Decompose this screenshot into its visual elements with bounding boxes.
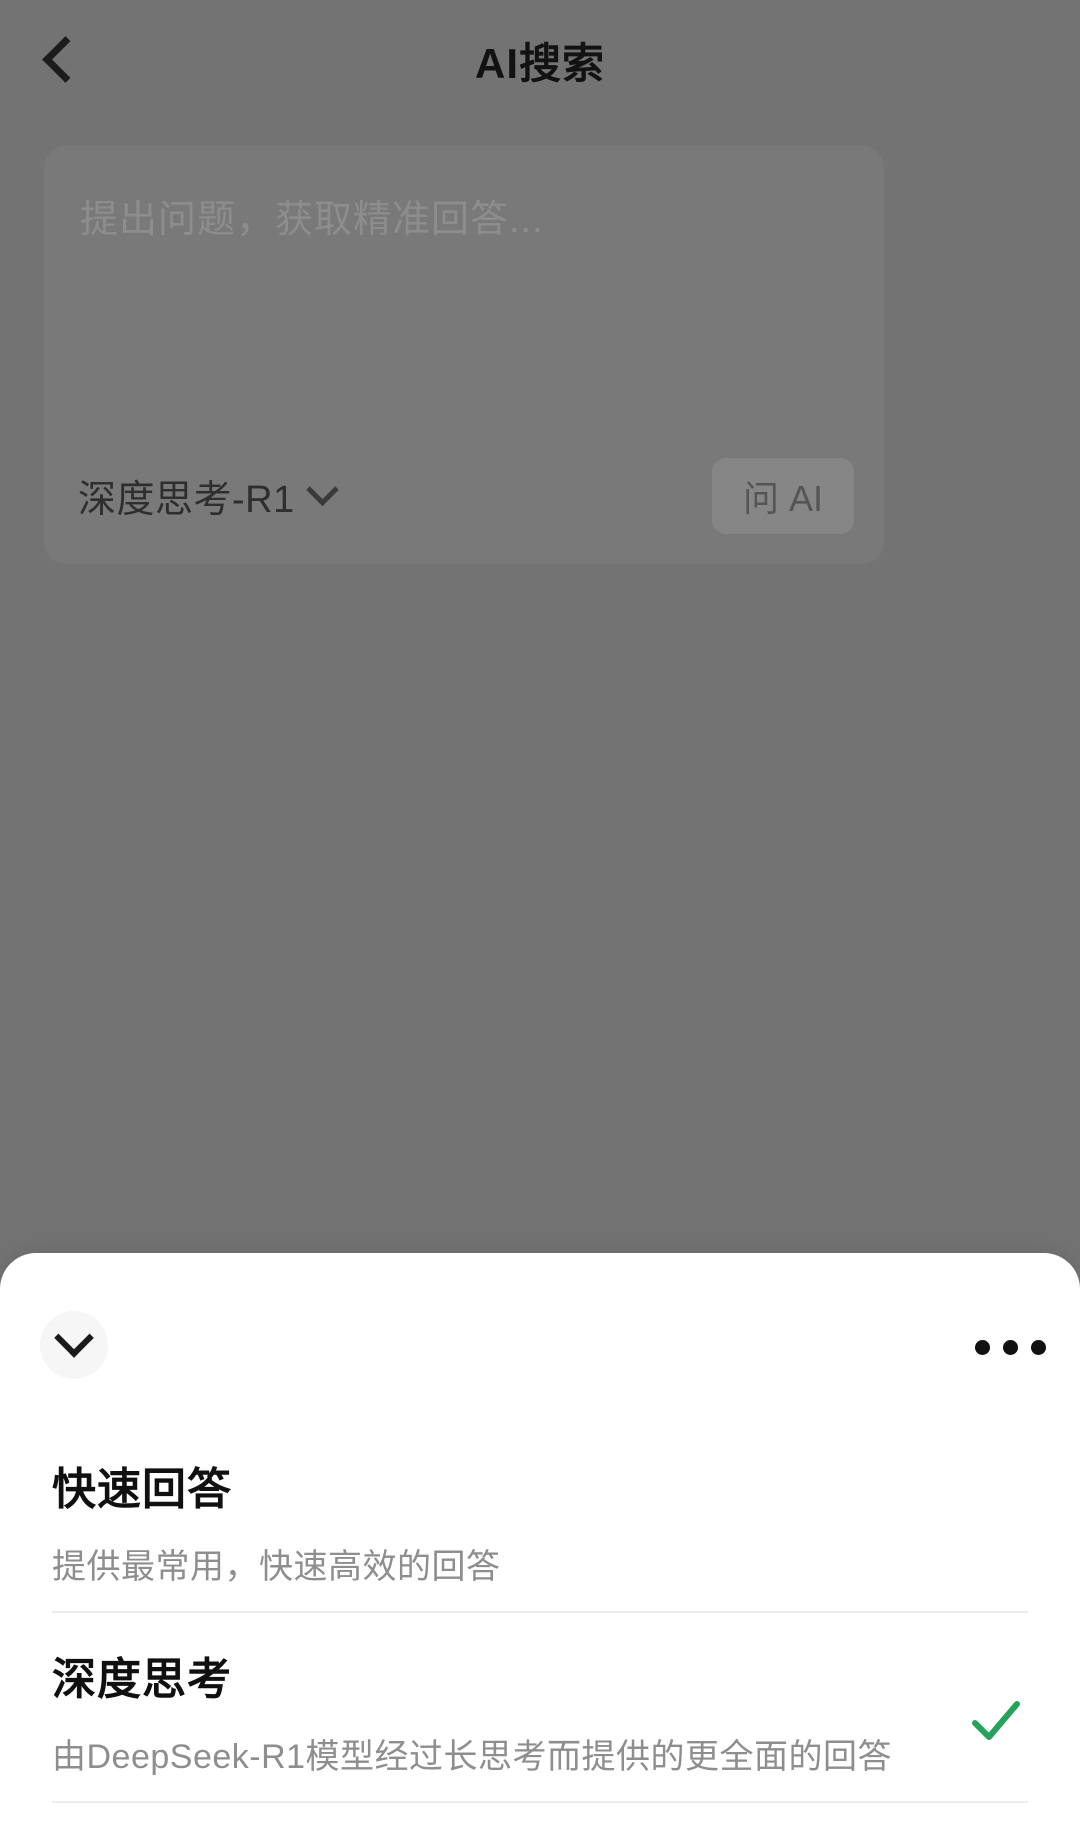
model-picker-sheet: 快速回答 提供最常用，快速高效的回答 深度思考 由DeepSeek-R1模型经过… — [0, 1253, 1080, 1823]
model-selector[interactable]: 深度思考-R1 — [78, 468, 339, 523]
option-description: 由DeepSeek-R1模型经过长思考而提供的更全面的回答 — [52, 1738, 893, 1776]
list-divider — [52, 1801, 1028, 1803]
option-title: 快速回答 — [52, 1465, 232, 1514]
check-icon — [968, 1693, 1024, 1749]
more-horizontal-icon-dot-3 — [1031, 1339, 1046, 1355]
page-title: AI搜索 — [474, 40, 605, 87]
sheet-header — [0, 1253, 1080, 1423]
composer-card[interactable]: 提出问题，获取精准回答... 深度思考-R1 问 AI — [44, 146, 884, 564]
chevron-down-icon — [54, 1318, 94, 1358]
chevron-down-icon — [305, 473, 339, 507]
list-item[interactable]: 深度思考 由DeepSeek-R1模型经过长思考而提供的更全面的回答 — [0, 1613, 1080, 1803]
collapse-sheet-button[interactable] — [40, 1311, 108, 1379]
model-selector-label: 深度思考-R1 — [78, 479, 295, 521]
composer-footer: 深度思考-R1 问 AI — [44, 458, 884, 538]
more-horizontal-icon-dot-1 — [975, 1339, 990, 1355]
option-description: 提供最常用，快速高效的回答 — [52, 1548, 501, 1586]
option-title: 深度思考 — [52, 1655, 232, 1704]
more-options-button[interactable] — [966, 1327, 1046, 1367]
screen-root: AI搜索 提出问题，获取精准回答... 深度思考-R1 问 AI 快速回答 提供… — [0, 0, 1080, 1823]
search-input-placeholder[interactable]: 提出问题，获取精准回答... — [80, 188, 544, 243]
ask-ai-button[interactable]: 问 AI — [712, 458, 854, 534]
navigation-bar: AI搜索 — [0, 0, 1080, 118]
list-item[interactable]: 快速回答 提供最常用，快速高效的回答 — [0, 1423, 1080, 1613]
model-option-list: 快速回答 提供最常用，快速高效的回答 深度思考 由DeepSeek-R1模型经过… — [0, 1423, 1080, 1803]
more-horizontal-icon-dot-2 — [1003, 1339, 1018, 1355]
